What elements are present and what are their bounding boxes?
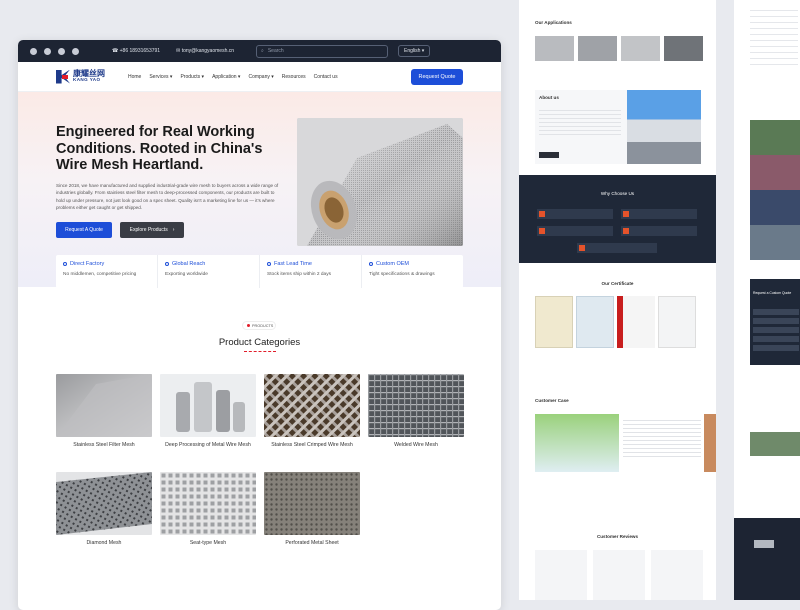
applications-row	[535, 36, 703, 61]
case-text-lines	[623, 420, 701, 460]
nav-item-company[interactable]: Company ▾	[248, 74, 273, 80]
factory-photo	[627, 90, 701, 164]
wire-mesh-roll-image	[297, 118, 463, 246]
certificate-thumb[interactable]	[535, 296, 573, 348]
hero-section: Engineered for Real Working Conditions. …	[18, 92, 501, 288]
main-nav: 康耀丝网 KANG YAO Home Services ▾ Products ▾…	[18, 62, 501, 92]
hero-title: Engineered for Real Working Conditions. …	[56, 124, 263, 173]
explore-products-button[interactable]: Explore Products ›	[120, 221, 184, 238]
applications-heading: Our Applications	[535, 20, 572, 25]
category-card[interactable]: Stainless Steel Crimped Wire Mesh	[264, 374, 360, 458]
certificate-row	[535, 296, 696, 348]
application-thumb[interactable]	[535, 36, 574, 61]
why-item	[621, 209, 697, 219]
twitter-icon[interactable]	[44, 47, 51, 55]
review-cards	[535, 550, 703, 600]
feature-fast-lead-time: Fast Lead Time Stock items ship within 2 …	[260, 255, 362, 288]
logo-text-en: KANG YAO	[73, 77, 101, 83]
feature-direct-factory: Direct Factory No middlemen, competitive …	[56, 255, 158, 288]
request-quote-button[interactable]: Request Quote	[411, 68, 463, 85]
news-photo	[750, 432, 800, 456]
application-thumb[interactable]	[621, 36, 660, 61]
nav-item-services[interactable]: Services ▾	[149, 74, 172, 80]
reviews-heading: Customer Reviews	[596, 534, 639, 539]
cases-heading: Customer Case	[535, 398, 569, 403]
category-card[interactable]: Perforated Metal Sheet	[264, 472, 360, 556]
certificate-thumb[interactable]	[658, 296, 696, 348]
diamond-mesh-image	[56, 472, 152, 535]
company-logo[interactable]: 康耀丝网 KANG YAO	[56, 70, 128, 84]
linkedin-icon[interactable]	[72, 47, 79, 55]
nav-item-home[interactable]: Home	[128, 74, 141, 80]
section-pill: PRODUCTS	[242, 321, 276, 330]
logo-mark-icon	[56, 70, 70, 84]
why-item	[577, 243, 657, 253]
phone-icon: ☎	[112, 48, 120, 54]
category-card[interactable]: Stainless Steel Filter Mesh	[56, 374, 152, 458]
dot-icon	[247, 324, 250, 327]
category-card[interactable]: Diamond Mesh	[56, 472, 152, 556]
email-address[interactable]: ✉ tony@kangyaomesh.cn	[176, 48, 234, 54]
deep-processing-image	[160, 374, 256, 437]
feature-strip: Direct Factory No middlemen, competitive …	[56, 255, 463, 288]
title-underline	[244, 351, 276, 352]
application-thumb[interactable]	[664, 36, 703, 61]
about-text-lines	[539, 110, 621, 138]
nav-item-contact[interactable]: Contact us	[314, 74, 338, 80]
contact-text-lines	[750, 10, 798, 70]
footer-preview	[734, 518, 800, 600]
application-thumb[interactable]	[578, 36, 617, 61]
filter-mesh-image	[56, 374, 152, 437]
chevron-right-icon: ›	[172, 226, 175, 233]
category-card[interactable]: Deep Processing of Metal Wire Mesh	[160, 374, 256, 458]
homepage-screenshot: ☎ +86 18931653791 ✉ tony@kangyaomesh.cn …	[18, 40, 501, 610]
clock-icon	[267, 262, 271, 266]
globe-icon	[165, 262, 169, 266]
nav-item-resources[interactable]: Resources	[282, 74, 306, 80]
category-card[interactable]: Seat-type Mesh	[160, 472, 256, 556]
why-item	[621, 226, 697, 236]
about-button[interactable]	[539, 152, 559, 158]
nav-menu: Home Services ▾ Products ▾ Application ▾…	[128, 74, 338, 80]
certificate-thumb[interactable]	[617, 296, 655, 348]
nav-item-application[interactable]: Application ▾	[212, 74, 240, 80]
customer-case-photo	[535, 414, 619, 472]
perforated-sheet-image	[264, 472, 360, 535]
hero-description: Since 2018, we have manufactured and sup…	[56, 182, 279, 211]
certificate-heading: Our Certificate	[601, 281, 634, 286]
factory-icon	[63, 262, 67, 266]
event-photos	[750, 120, 800, 260]
quote-form-fields	[753, 309, 799, 351]
welded-mesh-image	[368, 374, 464, 437]
search-input[interactable]: ⌕ Search	[256, 44, 389, 58]
search-icon: ⌕	[261, 48, 264, 54]
section-title: Product Categories	[218, 337, 301, 348]
wechat-icon[interactable]	[58, 47, 65, 55]
category-card[interactable]: Welded Wire Mesh	[368, 374, 464, 458]
request-a-quote-button[interactable]: Request A Quote	[56, 221, 112, 238]
feature-custom-oem: Custom OEM Tight specifications & drawing…	[369, 261, 435, 277]
certificate-thumb[interactable]	[576, 296, 614, 348]
top-bar: ☎ +86 18931653791 ✉ tony@kangyaomesh.cn …	[18, 40, 501, 62]
facebook-icon[interactable]	[30, 47, 37, 55]
footer-logo	[754, 540, 774, 548]
gear-icon	[369, 262, 373, 266]
quote-form-heading: Request a Custom Quote	[753, 291, 792, 295]
seat-type-mesh-image	[160, 472, 256, 535]
page-preview-column-2: Request a Custom Quote	[734, 0, 800, 600]
why-item	[537, 209, 613, 219]
about-heading: About us	[539, 95, 559, 100]
nav-item-products[interactable]: Products ▾	[180, 74, 204, 80]
feature-global-reach: Global Reach Exporting worldwide	[158, 255, 260, 288]
quote-form-section: Request a Custom Quote	[750, 279, 800, 365]
why-choose-section: Why Choose Us	[519, 175, 716, 263]
language-selector[interactable]: English ▾	[398, 45, 431, 57]
phone-number[interactable]: ☎ +86 18931653791	[112, 48, 160, 54]
why-item	[537, 226, 613, 236]
crimped-mesh-image	[264, 374, 360, 437]
why-heading: Why Choose Us	[600, 191, 635, 196]
page-preview-column: Our Applications About us Why Choose Us …	[519, 0, 716, 600]
case-next-photo	[704, 414, 716, 472]
about-section: About us	[535, 90, 701, 164]
